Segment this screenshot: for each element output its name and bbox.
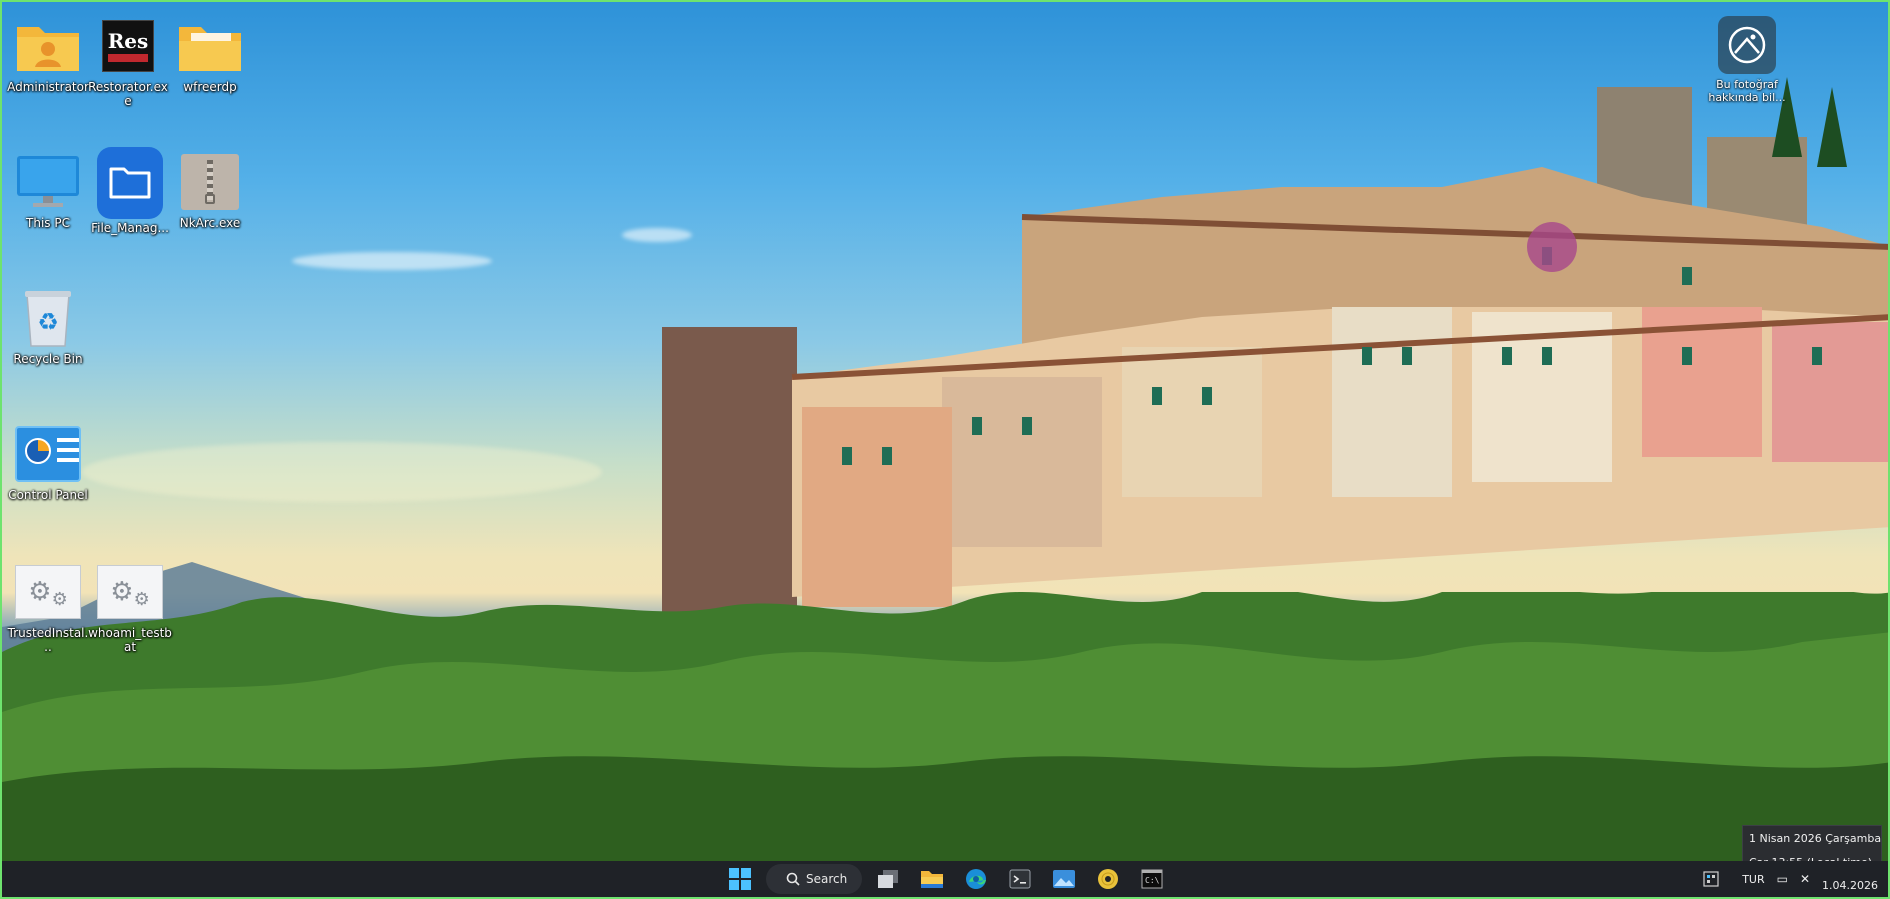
system-tray: TUR ▭ ✕ 1.04.2026	[1702, 861, 1878, 897]
svg-text:C:\: C:\	[1145, 876, 1160, 885]
desktop-icon-wfreerdp[interactable]: wfreerdp	[168, 16, 252, 94]
desktop-icon-control-panel[interactable]: Control Panel	[6, 424, 90, 502]
gears-icon: ⚙ ⚙	[15, 565, 81, 619]
restorator-app-icon: Res	[102, 20, 154, 72]
desktop-icon-label: Control Panel	[8, 488, 88, 502]
command-prompt-icon: C:\	[1141, 869, 1163, 889]
search-icon	[786, 872, 800, 886]
app-badge-text: Res	[107, 29, 149, 53]
desktop-icon-label: This PC	[26, 216, 70, 230]
gears-icon: ⚙ ⚙	[97, 565, 163, 619]
desktop-icon-label: Administrator	[7, 80, 89, 94]
network-icon[interactable]: ▭	[1777, 872, 1788, 886]
windows-logo-icon	[729, 868, 751, 890]
camera-aperture-icon	[1728, 26, 1766, 64]
file-explorer-button[interactable]	[914, 861, 950, 897]
photo-info-button[interactable]: Bu fotoğraf hakkında bil...	[1702, 16, 1792, 104]
photo-info-label-2: hakkında bil...	[1708, 91, 1786, 104]
desktop-icon-this-pc[interactable]: This PC	[6, 152, 90, 230]
desktop-icon-label: whoami_testbat	[88, 626, 172, 654]
media-player-button[interactable]	[1090, 861, 1126, 897]
monitor-icon	[17, 156, 79, 207]
desktop-frame: Administrator Res Restorator.exe wfreerd…	[0, 0, 1890, 899]
photos-button[interactable]	[1046, 861, 1082, 897]
desktop-icon-label: TrustedInstal...	[7, 626, 89, 654]
photo-info-badge[interactable]	[1718, 16, 1776, 74]
wallpaper	[2, 2, 1888, 897]
clock-tooltip-date: 1 Nisan 2026 Çarşamba	[1749, 832, 1882, 845]
language-indicator[interactable]: TUR	[1742, 873, 1764, 886]
desktop-icon-label: File_Manag...	[91, 221, 169, 235]
desktop-icon-recycle-bin[interactable]: ♻ Recycle Bin	[6, 288, 90, 366]
desktop-icon-trustedinstaller[interactable]: ⚙ ⚙ TrustedInstal...	[6, 562, 90, 654]
desktop-icon-restorator[interactable]: Res Restorator.exe	[86, 16, 170, 108]
desktop-icon-nkarc[interactable]: NkArc.exe	[168, 152, 252, 230]
folder-icon	[179, 27, 241, 71]
photo-info-label-1: Bu fotoğraf	[1716, 78, 1778, 91]
taskbar-search[interactable]: Search	[766, 864, 862, 894]
volume-muted-icon[interactable]: ✕	[1800, 872, 1810, 886]
tray-grid-icon	[1703, 871, 1719, 887]
archive-icon	[181, 154, 239, 210]
file-manager-icon	[97, 147, 163, 219]
edge-button[interactable]	[958, 861, 994, 897]
desktop-icon-label: wfreerdp	[183, 80, 237, 94]
control-panel-icon	[15, 426, 81, 482]
taskbar: Search C:\ TUR ▭ ✕ 1.04.2026	[2, 861, 1888, 897]
cmd-button[interactable]: C:\	[1134, 861, 1170, 897]
desktop-icon-file-manager[interactable]: File_Manag...	[88, 147, 172, 235]
terminal-button[interactable]	[1002, 861, 1038, 897]
recycle-bin-icon: ♻	[25, 291, 71, 347]
desktop-icon-label: Recycle Bin	[13, 352, 83, 366]
hilltop-town	[662, 77, 1888, 637]
task-view-button[interactable]	[870, 861, 906, 897]
user-folder-icon	[17, 27, 79, 71]
start-button[interactable]	[722, 861, 758, 897]
desktop-icon-whoami-testbat[interactable]: ⚙ ⚙ whoami_testbat	[88, 562, 172, 654]
desktop-icon-label: Restorator.exe	[88, 80, 168, 108]
disc-icon	[1098, 869, 1118, 889]
photos-icon	[1053, 870, 1075, 888]
terminal-icon	[1009, 869, 1031, 889]
foreground-trees	[2, 592, 1888, 862]
tray-app-button[interactable]	[1702, 870, 1720, 888]
svg-text:♻: ♻	[37, 308, 59, 336]
file-explorer-icon	[921, 871, 943, 888]
edge-browser-icon	[966, 869, 986, 889]
desktop-icon-label: NkArc.exe	[179, 216, 241, 230]
desktop-icon-administrator[interactable]: Administrator	[6, 16, 90, 94]
task-view-icon	[878, 870, 898, 888]
taskbar-date[interactable]: 1.04.2026	[1822, 879, 1878, 892]
app-badge-bar	[108, 54, 148, 62]
search-label: Search	[806, 872, 848, 886]
taskbar-center: Search C:\	[722, 861, 1170, 897]
